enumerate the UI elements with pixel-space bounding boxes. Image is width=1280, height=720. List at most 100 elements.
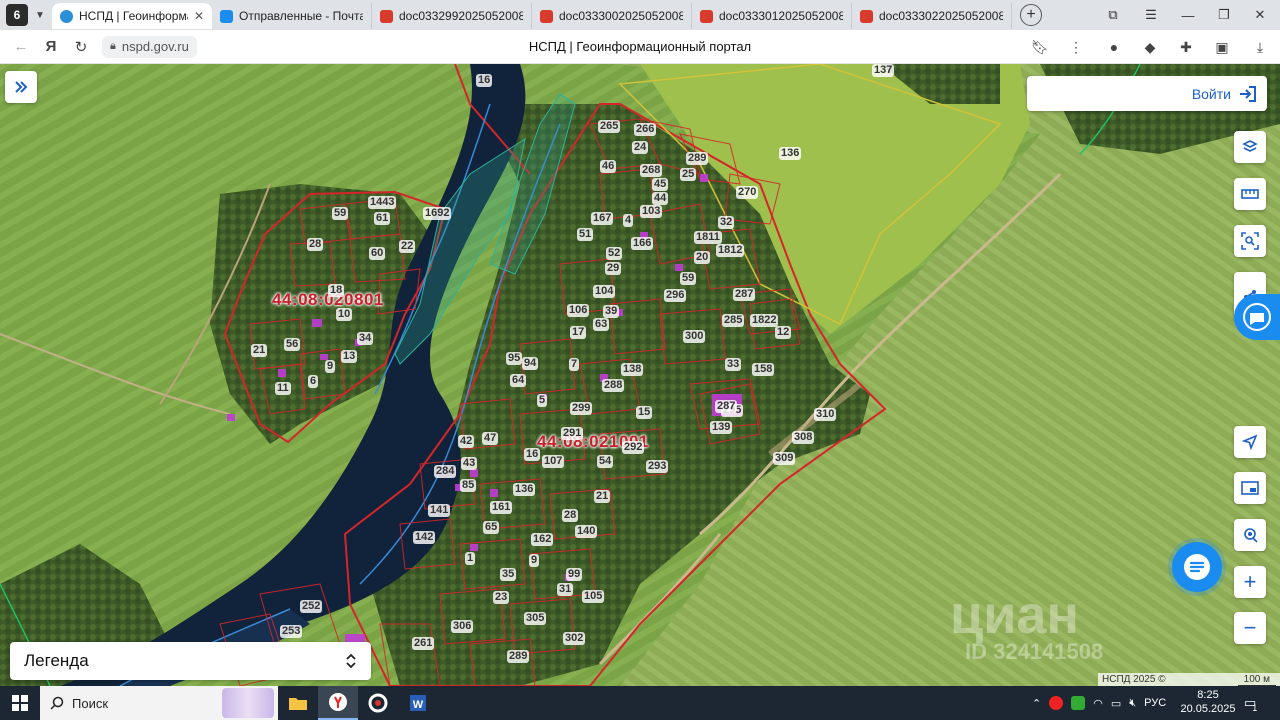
parcel-number-label[interactable]: 5 <box>537 394 548 407</box>
yandex-tray-icon[interactable] <box>1049 696 1064 710</box>
tab-doc-4[interactable]: doc033302202505200820 <box>852 3 1012 29</box>
parcel-number-label[interactable]: 289 <box>686 152 709 165</box>
parcel-number-label[interactable]: 288 <box>602 379 625 392</box>
back-button[interactable]: ← <box>6 32 36 62</box>
parcel-number-label[interactable]: 161 <box>490 501 513 514</box>
tab-mail[interactable]: Отправленные - Почта <box>212 3 372 29</box>
parcel-number-label[interactable]: 28 <box>562 509 579 522</box>
yandex-icon[interactable]: Я <box>36 32 66 62</box>
parcel-number-label[interactable]: 103 <box>640 205 663 218</box>
parcel-number-label[interactable]: 51 <box>577 228 594 241</box>
collections-icon[interactable]: ⧉ <box>1095 0 1131 30</box>
parcel-number-label[interactable]: 99 <box>566 568 583 581</box>
parcel-number-label[interactable]: 63 <box>593 318 610 331</box>
parcel-number-label[interactable]: 7 <box>569 358 580 371</box>
parcel-number-label[interactable]: 166 <box>631 237 654 250</box>
url-field[interactable]: 🔒︎ nspd.gov.ru <box>102 35 197 58</box>
parcel-number-label[interactable]: 47 <box>482 432 499 445</box>
parcel-number-label[interactable]: 39 <box>603 305 620 318</box>
parcel-number-label[interactable]: 139 <box>710 421 733 434</box>
parcel-number-label[interactable]: 4 <box>623 214 634 227</box>
ccleaner-app[interactable] <box>358 686 398 720</box>
shield-tray-icon[interactable] <box>1071 696 1086 710</box>
tab-doc-3[interactable]: doc033301202505200820 <box>692 3 852 29</box>
parcel-number-label[interactable]: 28 <box>307 238 324 251</box>
parcel-number-label[interactable]: 302 <box>563 632 586 645</box>
parcel-number-label[interactable]: 107 <box>542 455 565 468</box>
parcel-number-label[interactable]: 141 <box>428 504 451 517</box>
parcel-number-label[interactable]: 44 <box>652 192 669 205</box>
notifications-button[interactable]: ▭ 1 <box>1244 686 1257 720</box>
yandex-browser-app[interactable] <box>318 686 358 720</box>
parcel-number-label[interactable]: 11 <box>275 382 291 395</box>
taskbar-search-box[interactable]: Поиск <box>40 686 278 720</box>
parcel-number-label[interactable]: 299 <box>570 402 593 415</box>
tab-nspd[interactable]: НСПД | Геоинформац ✕ <box>52 3 212 29</box>
parcel-number-label[interactable]: 21 <box>594 490 611 503</box>
parcel-number-label[interactable]: 35 <box>500 568 517 581</box>
parcel-number-label[interactable]: 306 <box>451 620 474 633</box>
wifi-icon[interactable]: ◠ <box>1093 697 1103 710</box>
parcel-number-label[interactable]: 13 <box>341 350 358 363</box>
more-menu-icon[interactable]: ⋮ <box>1062 30 1090 64</box>
parcel-number-label[interactable]: 34 <box>357 332 374 345</box>
parcel-number-label[interactable]: 15 <box>636 406 653 419</box>
map-canvas[interactable]: 44:08:020801 44:08:021001 16 137 136 265 266… <box>0 64 1280 686</box>
parcel-number-label[interactable]: 85 <box>460 479 477 492</box>
volume-muted-icon[interactable]: 🔇︎ <box>1129 697 1136 710</box>
parcel-number-label[interactable]: 10 <box>336 308 353 321</box>
parcel-number-label[interactable]: 293 <box>646 460 669 473</box>
file-explorer-app[interactable] <box>278 686 318 720</box>
windows-start-button[interactable] <box>0 686 40 720</box>
parcel-number-label[interactable]: 94 <box>522 357 539 370</box>
parcel-number-label[interactable]: 17 <box>570 326 587 339</box>
parcel-number-label[interactable]: 33 <box>725 358 742 371</box>
area-search-button[interactable] <box>1234 225 1266 257</box>
parcel-number-label[interactable]: 52 <box>606 247 623 260</box>
tabs-menu-chevron-icon[interactable]: ▼ <box>28 3 52 27</box>
parcel-number-label[interactable]: 31 <box>557 583 574 596</box>
parcel-number-label[interactable]: 162 <box>531 533 554 546</box>
parcel-number-label[interactable]: 1812 <box>716 244 745 257</box>
close-window-button[interactable]: ✕ <box>1242 0 1278 30</box>
close-tab-icon[interactable]: ✕ <box>194 9 204 23</box>
parcel-number-label[interactable]: 300 <box>683 330 706 343</box>
parcel-number-label[interactable]: 61 <box>374 212 391 225</box>
parcel-number-label[interactable]: 268 <box>640 164 663 177</box>
parcel-number-label[interactable]: 42 <box>458 435 475 448</box>
search-location-button[interactable] <box>1234 519 1266 551</box>
taskbar-clock[interactable]: 8:25 20.05.2025 <box>1178 688 1238 716</box>
minimize-button[interactable]: — <box>1170 0 1206 30</box>
parcel-number-label[interactable]: 20 <box>694 251 711 264</box>
parcel-number-label[interactable]: 305 <box>524 612 547 625</box>
parcel-number-label[interactable]: 56 <box>284 338 301 351</box>
parcel-number-label[interactable]: 25 <box>680 168 697 181</box>
parcel-number-label[interactable]: 64 <box>510 374 527 387</box>
language-indicator[interactable]: РУС <box>1144 697 1166 709</box>
parcel-number-label[interactable]: 6 <box>308 375 319 388</box>
parcel-number-label[interactable]: 43 <box>461 457 478 470</box>
chat-button[interactable] <box>1172 542 1222 592</box>
parcel-number-label[interactable]: 137 <box>872 64 895 77</box>
parcel-number-label[interactable]: 261 <box>412 637 435 650</box>
tray-expand-chevron-icon[interactable]: ⌃ <box>1032 697 1041 710</box>
parcel-number-label[interactable]: 45 <box>652 178 669 191</box>
parcel-number-label[interactable]: 1822 <box>750 314 779 327</box>
tab-counter[interactable]: 6 <box>6 4 28 26</box>
parcel-number-label[interactable]: 12 <box>775 326 792 339</box>
parcel-number-label[interactable]: 309 <box>773 452 796 465</box>
reader-icon[interactable]: ▣ <box>1208 30 1236 64</box>
parcel-number-label[interactable]: 142 <box>413 531 436 544</box>
layers-button[interactable] <box>1234 131 1266 163</box>
download-icon[interactable]: ⤓ <box>1246 30 1274 64</box>
parcel-number-label[interactable]: 106 <box>567 304 590 317</box>
parcel-number-label[interactable]: 24 <box>632 141 649 154</box>
parcel-number-label[interactable]: 1811 <box>694 231 722 244</box>
parcel-number-label[interactable]: 136 <box>513 483 536 496</box>
parcel-number-label[interactable]: 296 <box>664 289 687 302</box>
parcel-number-label[interactable]: 54 <box>597 455 614 468</box>
minimap-button[interactable] <box>1234 472 1266 504</box>
parcel-number-label[interactable]: 291 <box>561 427 584 440</box>
parcel-number-label[interactable]: 23 <box>493 591 510 604</box>
reload-button[interactable]: ↻ <box>66 32 96 62</box>
